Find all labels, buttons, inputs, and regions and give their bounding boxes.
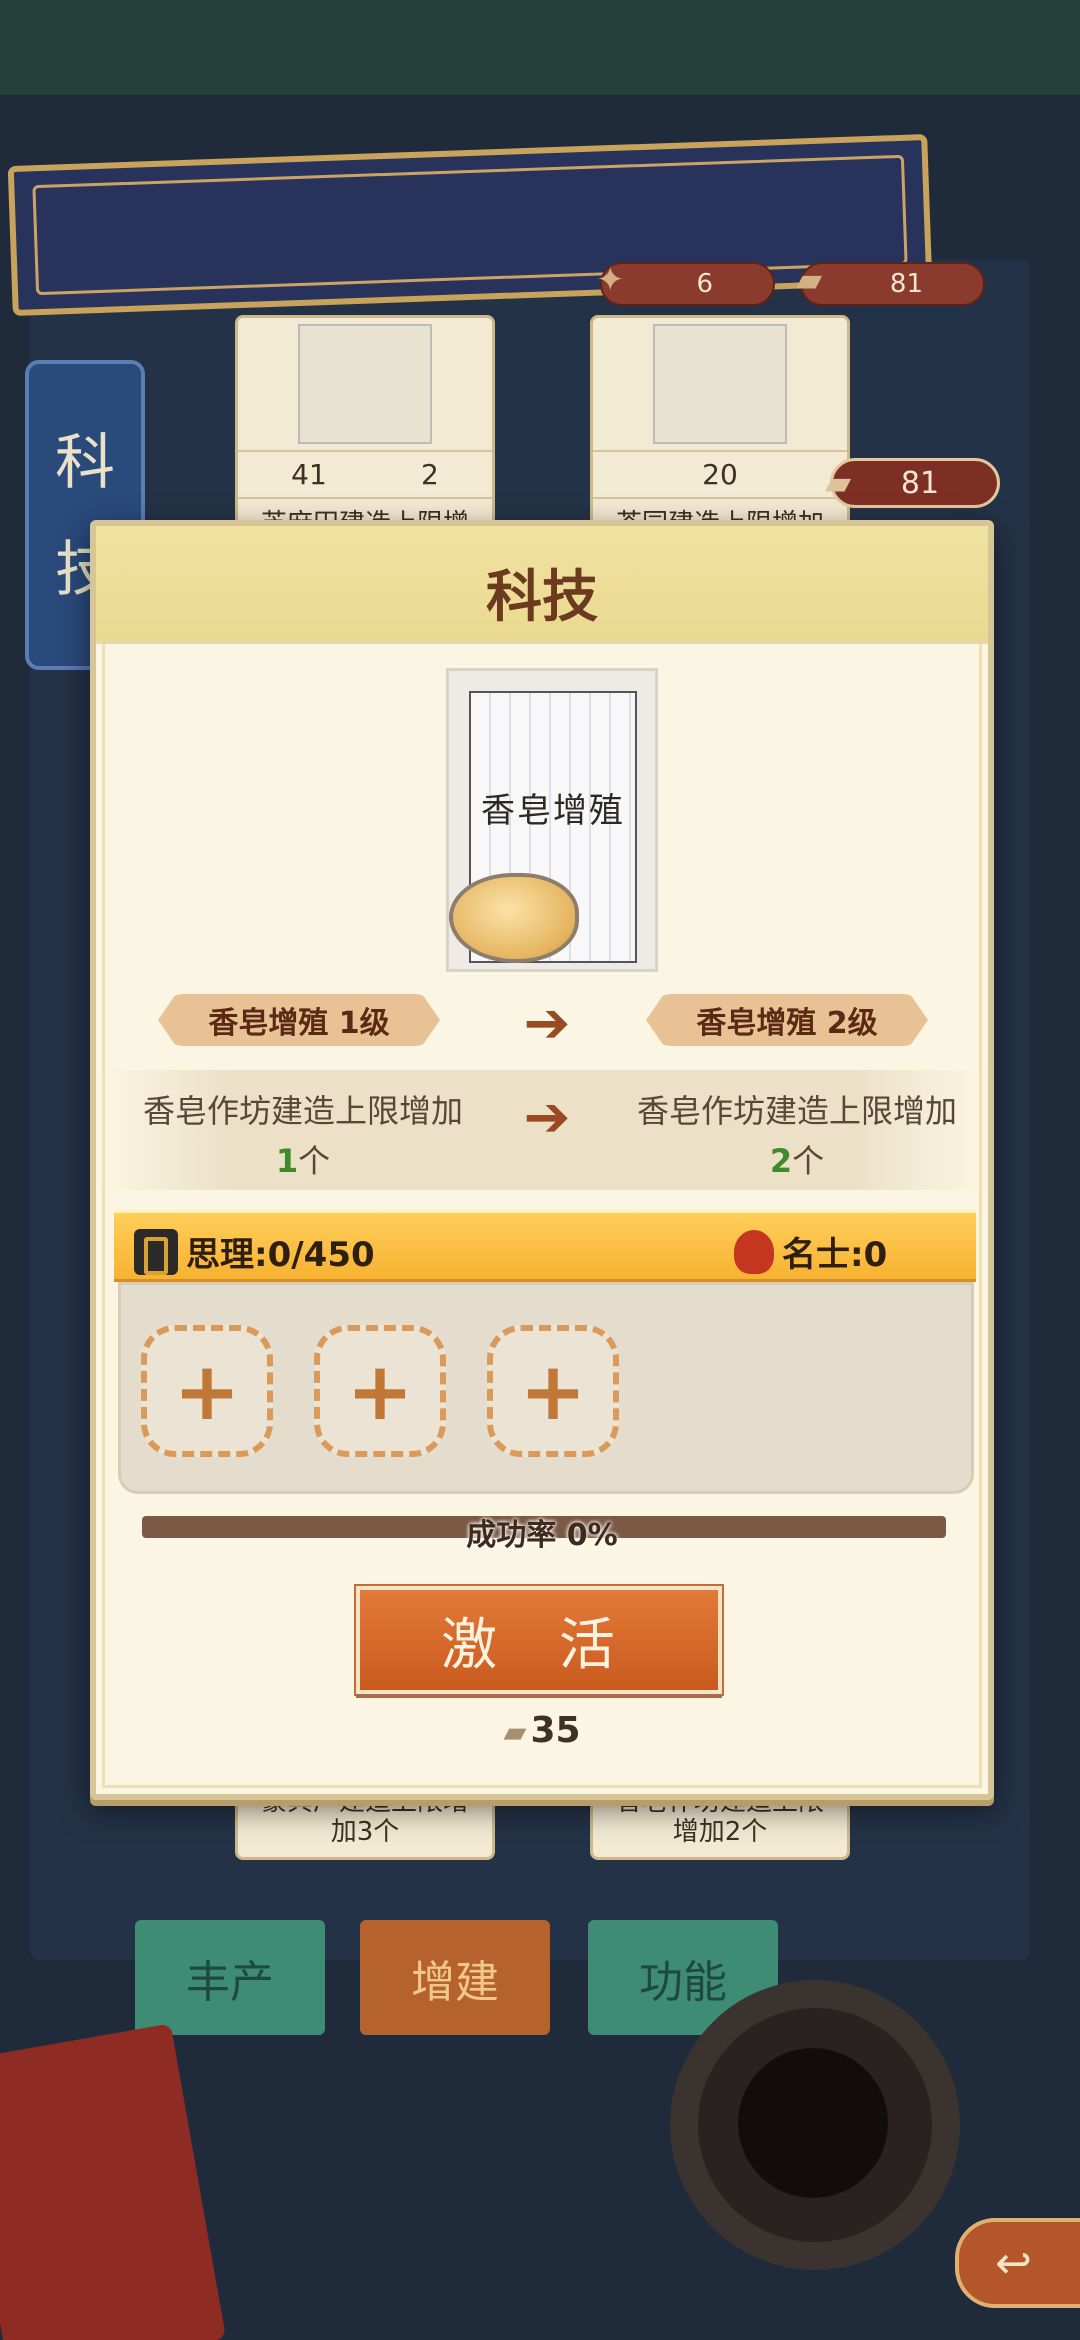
next-level-badge: 香皂增殖 2级 bbox=[646, 994, 928, 1046]
card-costs: 20 bbox=[593, 450, 847, 499]
wood-icon: ✦ bbox=[596, 260, 625, 300]
background-header-frame bbox=[7, 133, 933, 317]
brick-icon: ▰ bbox=[503, 1715, 527, 1750]
tab-expand[interactable]: 增建 bbox=[360, 1920, 550, 2035]
soap-icon bbox=[449, 873, 579, 963]
unit-label: 个 bbox=[792, 1142, 825, 1180]
card-line: 加3个 bbox=[330, 1817, 400, 1847]
right-arrow-icon: ➔ bbox=[523, 1085, 571, 1150]
card-costs: 41 2 bbox=[238, 450, 492, 499]
tech-card-image: 香皂增殖 bbox=[446, 668, 658, 972]
plus-icon: + bbox=[346, 1344, 414, 1438]
plus-icon: + bbox=[519, 1344, 587, 1438]
brick-resource: ▰ 81 bbox=[796, 260, 985, 306]
current-effect: 香皂作坊建造上限增加 1个 bbox=[108, 1086, 498, 1186]
tea-image bbox=[653, 324, 787, 444]
token-counter-value: 81 bbox=[900, 465, 940, 501]
card-cost: 41 bbox=[291, 458, 327, 491]
bg-tech-card: 41 2 芝麻田建造上限增 bbox=[235, 315, 495, 547]
book-icon bbox=[134, 1228, 178, 1275]
top-shelf bbox=[0, 0, 1080, 100]
add-slot-button[interactable]: + bbox=[487, 1325, 619, 1457]
back-button[interactable]: ↩ bbox=[955, 2218, 1080, 2308]
tech-card-title: 香皂增殖 bbox=[481, 791, 625, 831]
token-counter: ▰ 81 bbox=[825, 458, 1000, 508]
tech-dialog: 科技 香皂增殖 香皂增殖 1级 ➔ 香皂增殖 2级 香皂作坊建造上限增加 1个 … bbox=[90, 520, 994, 1800]
brick-resource-value: 81 bbox=[889, 269, 923, 299]
tech-paper: 香皂增殖 bbox=[449, 691, 637, 963]
activation-cost-value: 35 bbox=[530, 1710, 581, 1751]
card-cost: 2 bbox=[421, 458, 439, 491]
add-slot-button[interactable]: + bbox=[314, 1325, 446, 1457]
wood-resource-value: 6 bbox=[696, 269, 713, 299]
wood-resource: ✦ 6 bbox=[596, 260, 775, 306]
activation-cost: ▰ 35 bbox=[96, 1710, 988, 1751]
brick-icon: ▰ bbox=[825, 463, 852, 503]
next-effect: 香皂作坊建造上限增加 2个 bbox=[602, 1086, 992, 1186]
card-line: 增加2个 bbox=[672, 1817, 768, 1847]
next-effect-text: 香皂作坊建造上限增加 bbox=[636, 1092, 957, 1130]
success-rate-label: 成功率 0% bbox=[466, 1518, 618, 1553]
unit-label: 个 bbox=[298, 1142, 331, 1180]
activate-button[interactable]: 激 活 bbox=[356, 1586, 722, 1694]
scholar-icon bbox=[734, 1229, 774, 1274]
scholar-requirement: 名士:0 bbox=[734, 1227, 887, 1276]
requirement-bar: 思理:0/450 名士:0 bbox=[114, 1210, 976, 1282]
side-label-char: 科 bbox=[55, 428, 115, 498]
back-arrow-icon: ↩ bbox=[995, 2237, 1032, 2289]
dialog-title: 科技 bbox=[486, 564, 598, 630]
current-level-badge: 香皂增殖 1级 bbox=[158, 994, 440, 1046]
inkwell bbox=[670, 1980, 960, 2270]
thinking-requirement: 思理:0/450 bbox=[134, 1227, 375, 1276]
current-effect-count: 1 bbox=[275, 1142, 299, 1180]
brick-icon: ▰ bbox=[796, 260, 823, 300]
add-slot-button[interactable]: + bbox=[141, 1325, 273, 1457]
thinking-requirement-text: 思理:0/450 bbox=[186, 1235, 375, 1275]
sesame-image bbox=[298, 324, 432, 444]
slot-area: + + + bbox=[118, 1282, 974, 1494]
scholar-requirement-text: 名士:0 bbox=[782, 1235, 888, 1275]
tab-harvest[interactable]: 丰产 bbox=[135, 1920, 325, 2035]
current-effect-text: 香皂作坊建造上限增加 bbox=[142, 1092, 463, 1130]
bg-tech-card: 20 茶园建造上限增加 bbox=[590, 315, 850, 547]
right-arrow-icon: ➔ bbox=[523, 991, 571, 1056]
next-effect-count: 2 bbox=[769, 1142, 793, 1180]
plus-icon: + bbox=[173, 1344, 241, 1438]
card-cost: 20 bbox=[702, 458, 738, 491]
